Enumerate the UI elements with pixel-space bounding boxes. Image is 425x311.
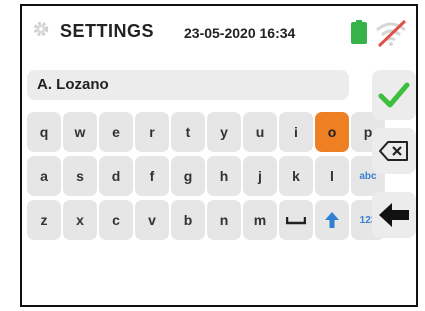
backspace-icon xyxy=(379,141,408,161)
key-h[interactable]: h xyxy=(207,156,241,196)
key-e[interactable]: e xyxy=(99,112,133,152)
checkmark-icon xyxy=(378,82,410,108)
key-s[interactable]: s xyxy=(63,156,97,196)
space-icon xyxy=(286,217,306,225)
battery-full-icon xyxy=(351,20,367,44)
key-r[interactable]: r xyxy=(135,112,169,152)
backspace-button[interactable] xyxy=(372,128,416,174)
key-f[interactable]: f xyxy=(135,156,169,196)
shift-key[interactable] xyxy=(315,200,349,240)
key-b[interactable]: b xyxy=(171,200,205,240)
key-q[interactable]: q xyxy=(27,112,61,152)
key-j[interactable]: j xyxy=(243,156,277,196)
key-x[interactable]: x xyxy=(63,200,97,240)
key-g[interactable]: g xyxy=(171,156,205,196)
back-button[interactable] xyxy=(372,192,416,238)
shift-arrow-icon xyxy=(325,212,339,228)
key-l[interactable]: l xyxy=(315,156,349,196)
key-m[interactable]: m xyxy=(243,200,277,240)
key-a[interactable]: a xyxy=(27,156,61,196)
gear-icon xyxy=(33,21,49,37)
back-arrow-icon xyxy=(379,203,409,227)
page-title: SETTINGS xyxy=(60,21,155,41)
key-v[interactable]: v xyxy=(135,200,169,240)
key-u[interactable]: u xyxy=(243,112,277,152)
key-k[interactable]: k xyxy=(279,156,313,196)
key-o[interactable]: o xyxy=(315,112,349,152)
settings-screen: SETTINGS 23-05-2020 16:34 A. Lozano q w … xyxy=(20,4,418,307)
space-key[interactable] xyxy=(279,200,313,240)
date-time: 23-05-2020 16:34 xyxy=(184,25,296,41)
key-z[interactable]: z xyxy=(27,200,61,240)
key-c[interactable]: c xyxy=(99,200,133,240)
key-d[interactable]: d xyxy=(99,156,133,196)
status-bar: SETTINGS 23-05-2020 16:34 xyxy=(22,6,416,56)
key-t[interactable]: t xyxy=(171,112,205,152)
wifi-off-icon xyxy=(376,19,407,48)
confirm-button[interactable] xyxy=(372,70,416,120)
key-n[interactable]: n xyxy=(207,200,241,240)
key-y[interactable]: y xyxy=(207,112,241,152)
key-i[interactable]: i xyxy=(279,112,313,152)
name-input[interactable]: A. Lozano xyxy=(27,70,349,100)
key-w[interactable]: w xyxy=(63,112,97,152)
